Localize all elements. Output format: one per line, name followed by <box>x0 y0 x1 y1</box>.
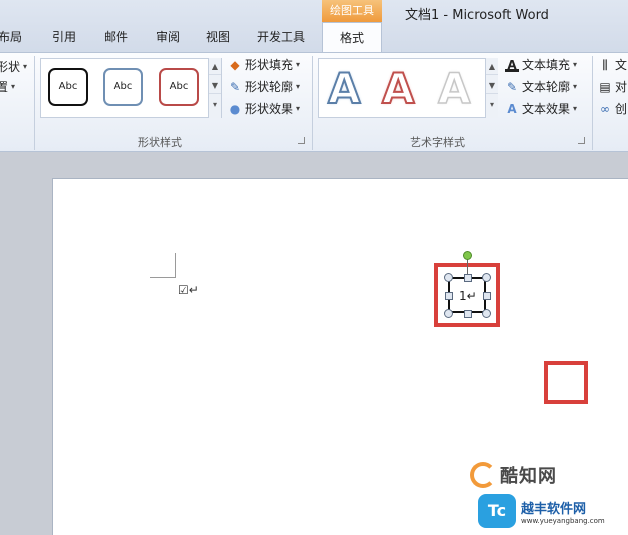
group-separator <box>34 56 35 150</box>
text-effects-icon: A <box>507 101 517 116</box>
gallery-more-icon[interactable]: ▾ <box>486 96 498 113</box>
text-outline-button[interactable]: ✎ 文本轮廓 ▾ <box>505 78 577 95</box>
dropdown-arrow-icon: ▾ <box>296 104 301 113</box>
gallery-more-icon[interactable]: ▾ <box>209 96 221 113</box>
shape-style-black[interactable]: Abc <box>48 68 88 106</box>
gallery-up-icon[interactable]: ▲ <box>209 58 221 75</box>
effects-icon: ● <box>229 101 241 116</box>
checkbox-paragraph[interactable]: ☑↵ <box>178 283 199 297</box>
group-separator <box>592 56 593 150</box>
create-link-button[interactable]: ∞ 创 <box>598 100 627 117</box>
resize-handle-top-right[interactable] <box>482 273 491 282</box>
rotate-handle-icon[interactable] <box>463 251 472 260</box>
margin-corner-mark <box>175 253 176 278</box>
shape-command-label: 形状 <box>0 60 21 74</box>
shape-fill-button[interactable]: ◆ 形状填充 ▾ <box>228 56 300 73</box>
resize-handle-top-left[interactable] <box>444 273 453 282</box>
tab-developer[interactable]: 开发工具 <box>257 28 305 45</box>
shape-outline-label: 形状轮廓 <box>245 80 294 94</box>
drawing-tools-label: 绘图工具 <box>322 0 382 22</box>
watermark-yuefeng: Tc 越丰软件网 www.yueyangbang.com <box>478 494 605 528</box>
shape-style-red[interactable]: Abc <box>159 68 199 106</box>
shape-text[interactable]: 1↵ <box>459 289 477 303</box>
margin-corner-mark <box>150 277 176 278</box>
tab-review[interactable]: 审阅 <box>156 28 180 45</box>
paint-bucket-icon: ◆ <box>230 57 240 72</box>
shape-fill-label: 形状填充 <box>245 58 294 72</box>
shape-effects-button[interactable]: ● 形状效果 ▾ <box>228 100 300 117</box>
text-fill-button[interactable]: A 文本填充 ▾ <box>505 56 577 73</box>
watermark-brand2: 越丰软件网 <box>521 501 587 517</box>
dropdown-arrow-icon: ▾ <box>573 104 578 113</box>
resize-handle-bottom-right[interactable] <box>482 309 491 318</box>
gallery-down-icon[interactable]: ▼ <box>209 77 221 94</box>
align-text-button[interactable]: ▤ 对 <box>598 78 627 95</box>
create-link-label: 创 <box>615 102 628 116</box>
shape-outline-button[interactable]: ✎ 形状轮廓 ▾ <box>228 78 300 95</box>
text-fill-icon: A <box>505 58 519 72</box>
dialog-launcher-icon[interactable] <box>298 137 305 144</box>
kuzhi-logo-icon <box>470 462 496 488</box>
yuefeng-logo-icon: Tc <box>478 494 516 528</box>
text-direction-icon: ⫼ <box>602 57 608 72</box>
rotate-connector <box>467 259 468 275</box>
gallery-scroll: ▲ ▼ ▾ <box>485 58 498 118</box>
align-text-icon: ▤ <box>599 79 611 94</box>
resize-handle-bottom-left[interactable] <box>444 309 453 318</box>
tab-mailings[interactable]: 邮件 <box>104 28 128 45</box>
wordart-style-blue[interactable]: A <box>327 65 361 113</box>
group-separator <box>312 56 313 150</box>
shape-styles-group-label: 形状样式 <box>138 136 182 149</box>
resize-handle-bottom[interactable] <box>464 310 472 318</box>
align-text-label: 对 <box>615 80 628 94</box>
resize-handle-right[interactable] <box>483 292 491 300</box>
watermark-kuzhi: 酷知网 <box>470 462 557 488</box>
shape-style-blue[interactable]: Abc <box>103 68 143 106</box>
dropdown-arrow-icon: ▾ <box>296 60 301 69</box>
tab-references[interactable]: 引用 <box>52 28 76 45</box>
dialog-launcher-icon[interactable] <box>578 137 585 144</box>
arrange-command-label: 置 <box>0 80 9 94</box>
gallery-scroll: ▲ ▼ ▾ <box>208 58 221 118</box>
dropdown-arrow-icon: ▾ <box>573 82 578 91</box>
text-effects-label: 文本效果 <box>522 102 571 116</box>
resize-handle-top[interactable] <box>464 274 472 282</box>
resize-handle-left[interactable] <box>445 292 453 300</box>
shape-effects-label: 形状效果 <box>245 102 294 116</box>
gallery-down-icon[interactable]: ▼ <box>486 77 498 94</box>
dropdown-arrow-icon: ▾ <box>11 82 16 91</box>
text-direction-button[interactable]: ⫼ 文 <box>598 56 627 73</box>
shape-command-cut[interactable]: 形状 ▾ <box>0 58 27 75</box>
text-effects-button[interactable]: A 文本效果 ▾ <box>505 100 577 117</box>
tab-view[interactable]: 视图 <box>206 28 230 45</box>
dropdown-arrow-icon: ▾ <box>23 62 28 71</box>
wordart-style-red[interactable]: A <box>381 65 415 113</box>
square-shape[interactable] <box>544 361 588 404</box>
wordart-styles-group-label: 艺术字样式 <box>410 136 465 149</box>
text-fill-label: 文本填充 <box>522 58 571 72</box>
watermark-url: www.yueyangbang.com <box>521 516 605 525</box>
text-outline-icon: ✎ <box>506 79 518 94</box>
tab-layout[interactable]: 布局 <box>0 28 22 45</box>
tab-format[interactable]: 格式 <box>322 22 382 54</box>
text-outline-label: 文本轮廓 <box>522 80 571 94</box>
watermark-brand1: 酷知网 <box>500 466 557 487</box>
text-direction-label: 文 <box>615 58 628 72</box>
arrange-command-cut[interactable]: 置 ▾ <box>0 78 15 95</box>
wordart-style-gray[interactable]: A <box>437 65 471 113</box>
window-title: 文档1 - Microsoft Word <box>405 8 549 23</box>
dropdown-arrow-icon: ▾ <box>296 82 301 91</box>
dropdown-arrow-icon: ▾ <box>573 60 578 69</box>
pencil-icon: ✎ <box>229 79 241 94</box>
gallery-up-icon[interactable]: ▲ <box>486 58 498 75</box>
link-icon: ∞ <box>600 101 610 116</box>
